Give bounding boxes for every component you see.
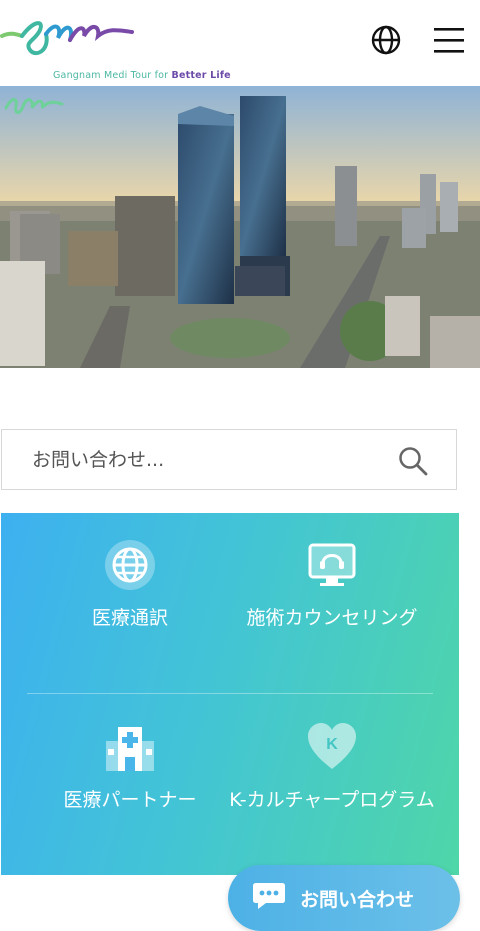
chat-bubble-icon bbox=[253, 883, 285, 909]
site-header: Gangnam Medi Tour for Better Life bbox=[0, 0, 480, 86]
language-button[interactable] bbox=[368, 22, 404, 58]
service-treatment-counseling[interactable]: 施術カウンセリング bbox=[227, 539, 437, 633]
services-grid: 医療通訳 施術カウンセリング 医療パートナー K K-カルチャープログラム bbox=[1, 513, 459, 875]
service-medical-partners[interactable]: 医療パートナー bbox=[25, 721, 235, 815]
globe-icon bbox=[371, 25, 401, 55]
search-icon[interactable] bbox=[397, 445, 429, 477]
svg-text:K: K bbox=[326, 736, 338, 753]
service-label: 施術カウンセリング bbox=[246, 607, 418, 629]
service-label: 医療通訳 bbox=[91, 607, 168, 629]
hero-logo-icon bbox=[4, 94, 64, 120]
logo-tagline: Gangnam Medi Tour for Better Life bbox=[53, 70, 231, 81]
services-divider bbox=[27, 693, 433, 694]
chat-button-label: お問い合わせ bbox=[300, 889, 415, 911]
hamburger-menu-icon bbox=[434, 28, 464, 53]
service-k-culture-program[interactable]: K K-カルチャープログラム bbox=[227, 721, 437, 815]
service-label: 医療パートナー bbox=[63, 789, 197, 811]
logo-mark-icon bbox=[0, 21, 134, 56]
search-input[interactable] bbox=[32, 430, 382, 489]
headset-monitor-icon bbox=[308, 543, 356, 586]
hospital-icon bbox=[106, 727, 154, 771]
service-label: K-カルチャープログラム bbox=[229, 789, 435, 811]
globe-icon bbox=[105, 540, 155, 590]
service-medical-interpretation[interactable]: 医療通訳 bbox=[25, 539, 235, 633]
heart-k-icon: K bbox=[308, 723, 356, 769]
site-logo[interactable]: Gangnam Medi Tour for Better Life bbox=[0, 14, 231, 81]
hero-banner-image bbox=[0, 86, 480, 368]
menu-button[interactable] bbox=[430, 22, 468, 58]
search-box bbox=[1, 429, 457, 490]
contact-chat-button[interactable]: お問い合わせ bbox=[228, 865, 460, 931]
